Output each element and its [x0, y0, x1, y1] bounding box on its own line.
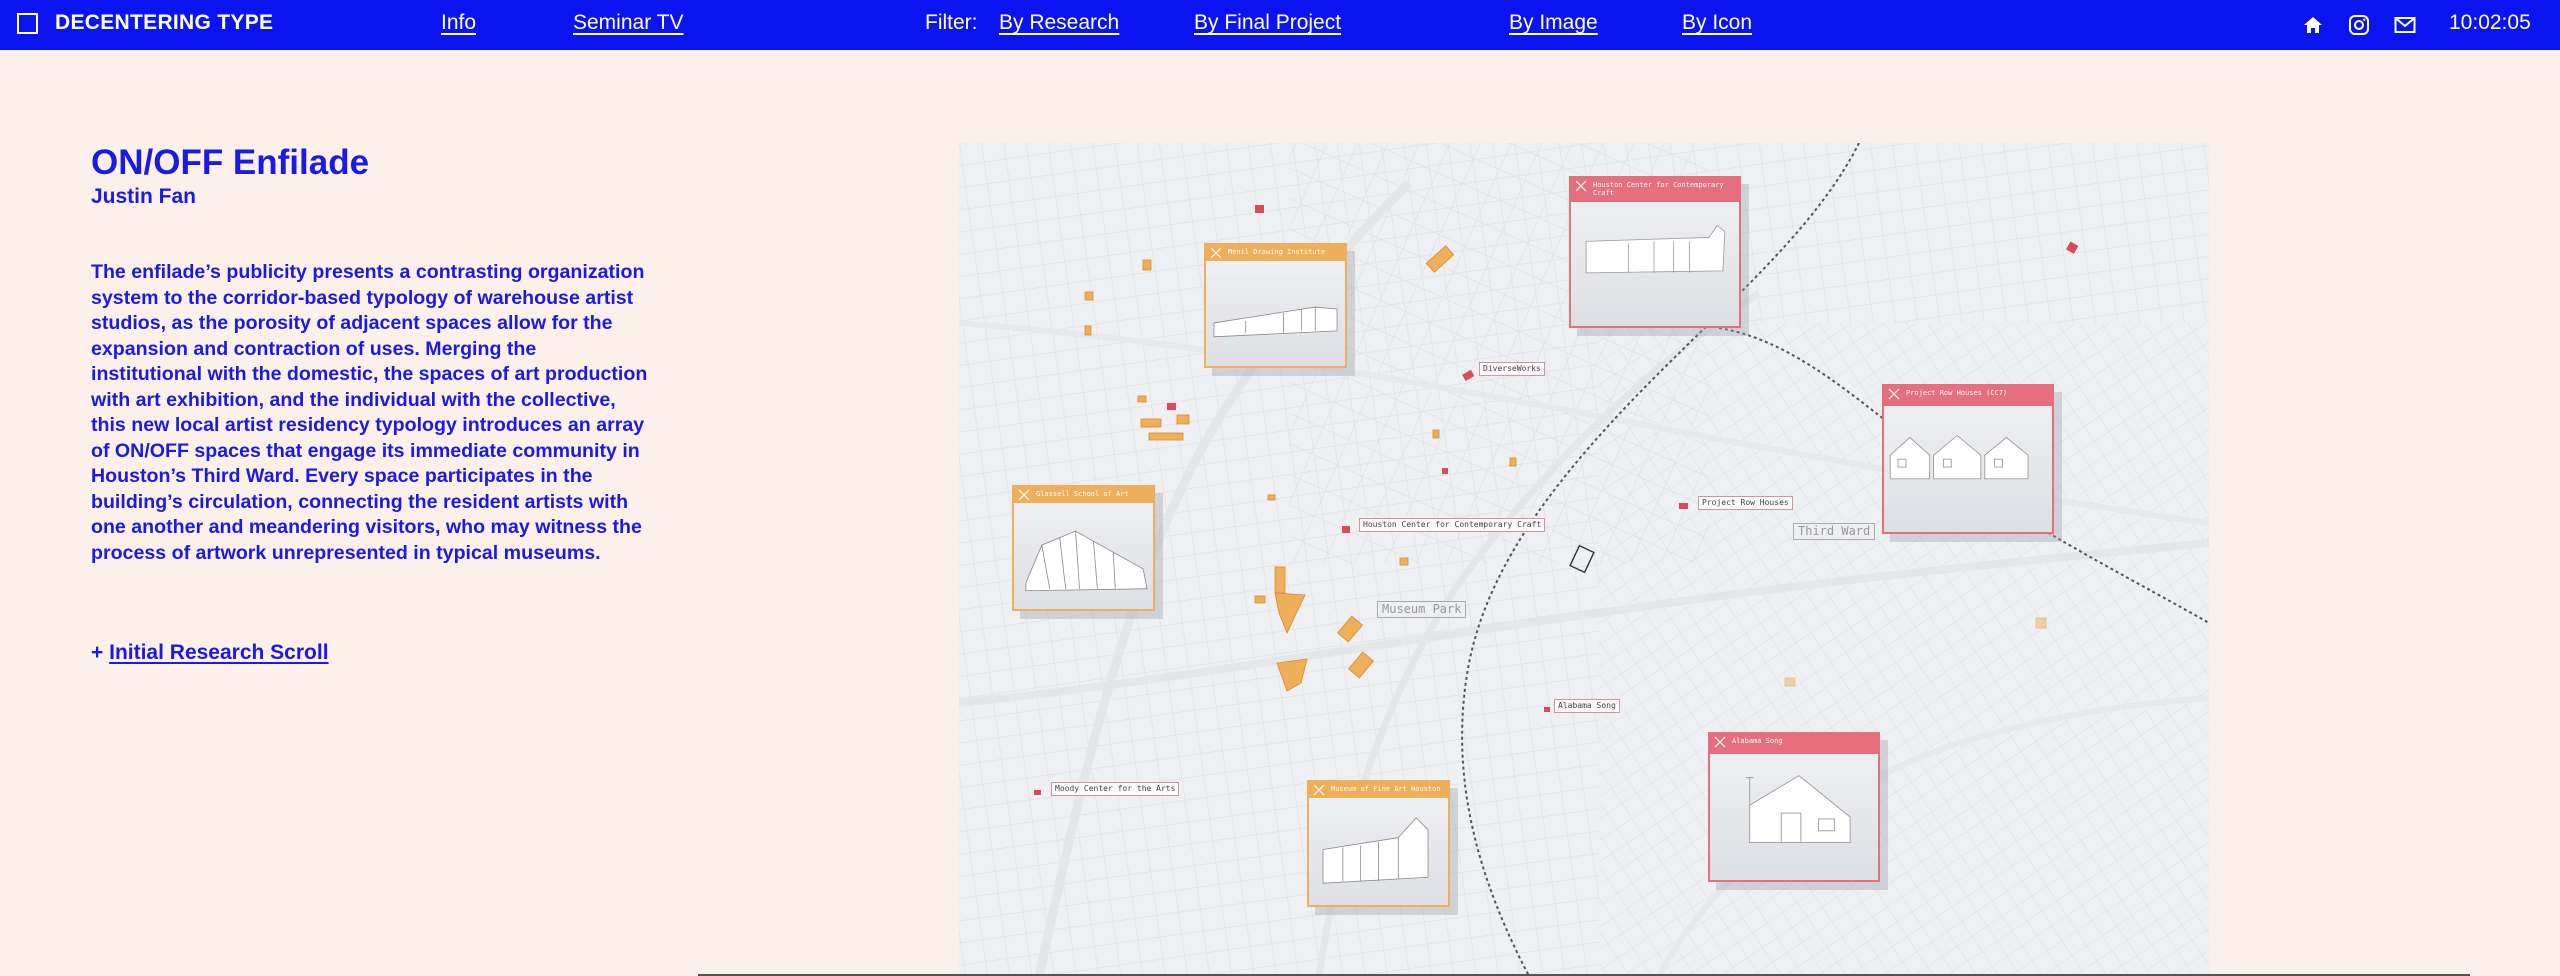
- map-card-project-row-houses[interactable]: Project Row Houses (CC7): [1882, 384, 2054, 534]
- map-card-hccc[interactable]: Houston Center for Contemporary Craft: [1569, 176, 1741, 328]
- nav-seminar-tv[interactable]: Seminar TV: [573, 11, 684, 35]
- map-card-title: Menil Drawing Institute: [1228, 248, 1325, 256]
- map-card-title: Glassell School of Art: [1036, 490, 1129, 498]
- close-icon[interactable]: [1888, 388, 1900, 400]
- building-drawing: [1571, 202, 1739, 326]
- map-area-third-ward: Third Ward: [1793, 523, 1876, 540]
- research-prefix: +: [91, 641, 110, 664]
- building-drawing: [1014, 503, 1153, 609]
- map-card-title: Alabama Song: [1732, 737, 1783, 745]
- research-link-label[interactable]: Initial Research Scroll: [109, 641, 328, 664]
- close-icon[interactable]: [1714, 736, 1726, 748]
- mail-icon[interactable]: [2393, 13, 2417, 37]
- filter-label: Filter:: [925, 11, 978, 34]
- filter-by-research[interactable]: By Research: [999, 11, 1119, 35]
- map-card-mfah[interactable]: Museum of Fine Art Houston: [1307, 780, 1450, 907]
- map-card-glassell[interactable]: Glassell School of Art: [1012, 485, 1155, 611]
- map-label-hccc[interactable]: Houston Center for Contemporary Craft: [1359, 518, 1546, 532]
- research-link[interactable]: + Initial Research Scroll: [91, 641, 329, 665]
- project-author: Justin Fan: [91, 185, 197, 208]
- close-icon[interactable]: [1575, 180, 1587, 192]
- close-icon[interactable]: [1018, 489, 1030, 501]
- building-drawing: [1206, 261, 1345, 366]
- project-description: The enfilade’s publicity presents a cont…: [91, 261, 648, 564]
- building-drawing: [1710, 754, 1878, 880]
- building-drawing: [1309, 798, 1448, 905]
- map-canvas[interactable]: Menil Drawing Institute Houston Center f…: [959, 143, 2209, 976]
- instagram-icon[interactable]: [2347, 13, 2371, 37]
- map-label-project-row-houses[interactable]: Project Row Houses: [1698, 496, 1793, 510]
- filter-by-icon[interactable]: By Icon: [1682, 11, 1752, 35]
- clock: 10:02:05: [2449, 11, 2531, 34]
- building-drawing: [1884, 406, 2052, 532]
- map-label-diverseworks[interactable]: DiverseWorks: [1479, 362, 1545, 376]
- map-card-title: Houston Center for Contemporary Craft: [1593, 181, 1724, 197]
- map-card-menil[interactable]: Menil Drawing Institute: [1204, 243, 1347, 368]
- filter-by-image[interactable]: By Image: [1509, 11, 1598, 35]
- home-icon[interactable]: [2301, 13, 2325, 37]
- filter-by-final-project[interactable]: By Final Project: [1194, 11, 1341, 35]
- top-bar: DECENTERING TYPE Info Seminar TV Filter:…: [0, 0, 2560, 50]
- map-card-alabama-song[interactable]: Alabama Song: [1708, 732, 1880, 882]
- project-title: ON/OFF Enfilade: [91, 143, 370, 182]
- menu-toggle-icon[interactable]: [17, 13, 38, 34]
- close-icon[interactable]: [1313, 784, 1325, 796]
- map-label-alabama-song[interactable]: Alabama Song: [1554, 699, 1620, 713]
- map-area-museum-park: Museum Park: [1377, 601, 1467, 618]
- nav-info[interactable]: Info: [441, 11, 476, 35]
- brand-title[interactable]: DECENTERING TYPE: [55, 11, 273, 35]
- map-card-title: Project Row Houses (CC7): [1906, 389, 2008, 397]
- close-icon[interactable]: [1210, 247, 1222, 259]
- map-card-title: Museum of Fine Art Houston: [1331, 785, 1441, 793]
- map-label-moody-center[interactable]: Moody Center for the Arts: [1051, 782, 1180, 796]
